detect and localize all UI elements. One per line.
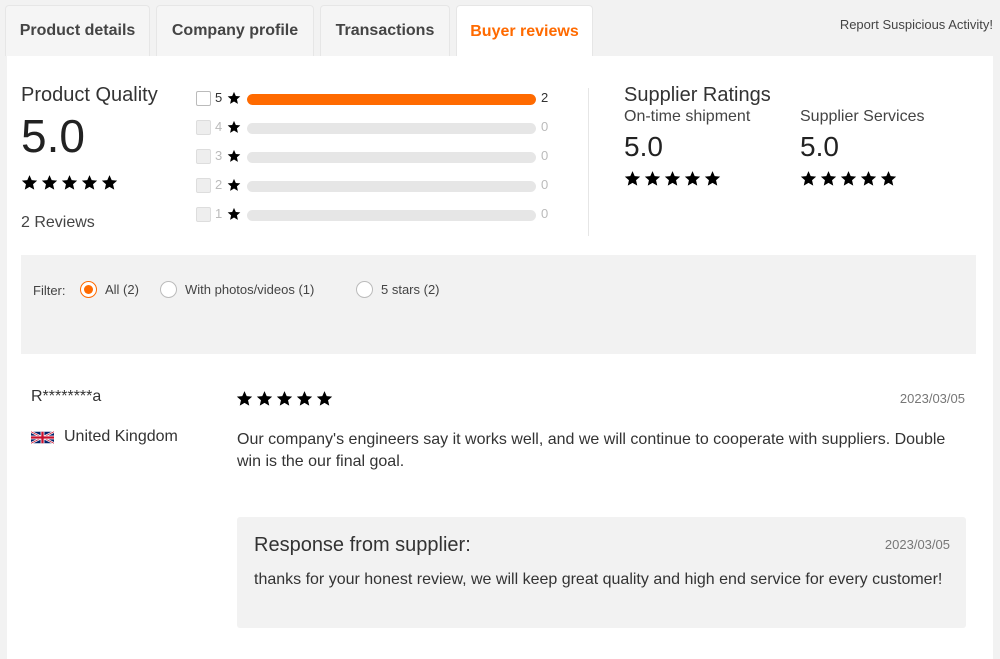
- product-quality-title: Product Quality: [21, 84, 158, 106]
- rating-4-checkbox: [196, 120, 211, 135]
- star-icon: [644, 170, 661, 187]
- rating-3-checkbox: [196, 149, 211, 164]
- star-icon: [101, 174, 118, 191]
- star-icon: [227, 207, 241, 221]
- rating-bar: [247, 123, 536, 134]
- country-name: United Kingdom: [64, 428, 178, 445]
- supplier-services-stars: [800, 170, 925, 187]
- supplier-ratings-title: Supplier Ratings: [624, 84, 771, 106]
- star-icon: [81, 174, 98, 191]
- distribution-row-2: 2 0: [194, 175, 554, 204]
- star-icon: [227, 91, 241, 105]
- distribution-row-1: 1 0: [194, 204, 554, 233]
- star-icon: [227, 178, 241, 192]
- filter-label: Filter:: [33, 283, 66, 298]
- filter-option-label: 5 stars (2): [381, 282, 440, 297]
- tab-company-profile[interactable]: Company profile: [156, 5, 314, 56]
- star-icon: [21, 174, 38, 191]
- reviewer-country: United Kingdom: [31, 428, 178, 446]
- star-icon: [860, 170, 877, 187]
- rating-level: 5: [215, 90, 223, 105]
- supplier-services-score: 5.0: [800, 131, 839, 162]
- star-icon: [276, 390, 293, 407]
- filter-all-radio[interactable]: All (2): [80, 281, 139, 298]
- rating-bar: [247, 152, 536, 163]
- star-icon: [704, 170, 721, 187]
- filter-5-stars-radio[interactable]: 5 stars (2): [356, 281, 440, 298]
- supplier-services-rating: Supplier Services 5.0: [800, 108, 925, 187]
- rating-count: 0: [541, 119, 549, 134]
- supplier-services-label: Supplier Services: [800, 108, 925, 125]
- star-icon: [800, 170, 817, 187]
- response-title: Response from supplier:: [254, 534, 471, 556]
- rating-level: 2: [215, 177, 223, 192]
- star-icon: [684, 170, 701, 187]
- product-quality-stars: [21, 174, 118, 191]
- star-icon: [41, 174, 58, 191]
- rating-count: 0: [541, 206, 549, 221]
- tab-product-details[interactable]: Product details: [5, 5, 150, 56]
- response-date: 2023/03/05: [884, 537, 950, 552]
- radio-selected-icon[interactable]: [80, 281, 97, 298]
- rating-5-checkbox[interactable]: [196, 91, 211, 106]
- rating-count: 0: [541, 177, 549, 192]
- rating-1-checkbox: [196, 207, 211, 222]
- radio-icon[interactable]: [356, 281, 373, 298]
- rating-bar: [247, 181, 536, 192]
- section-divider: [588, 88, 589, 236]
- star-icon: [296, 390, 313, 407]
- uk-flag-icon: [31, 430, 54, 444]
- star-icon: [820, 170, 837, 187]
- radio-icon[interactable]: [160, 281, 177, 298]
- star-icon: [256, 390, 273, 407]
- review-filter-bar: Filter: All (2) With photos/videos (1) 5…: [21, 255, 976, 354]
- tab-buyer-reviews[interactable]: Buyer reviews: [456, 5, 593, 57]
- rating-bar: [247, 94, 536, 105]
- supplier-response: Response from supplier: 2023/03/05 thank…: [237, 517, 966, 628]
- reviews-panel: Product Quality 5.0 2 Reviews 5 2 4 0 3: [7, 56, 993, 659]
- rating-bar-fill: [247, 94, 536, 105]
- star-icon: [227, 120, 241, 134]
- star-icon: [664, 170, 681, 187]
- on-time-shipment-stars: [624, 170, 750, 187]
- star-icon: [61, 174, 78, 191]
- rating-level: 4: [215, 119, 223, 134]
- filter-option-label: With photos/videos (1): [185, 282, 315, 297]
- report-suspicious-activity-link[interactable]: Report Suspicious Activity!: [840, 17, 993, 32]
- distribution-row-4: 4 0: [194, 117, 554, 146]
- rating-level: 3: [215, 148, 223, 163]
- star-icon: [624, 170, 641, 187]
- review-count: 2 Reviews: [21, 214, 95, 231]
- star-icon: [236, 390, 253, 407]
- review-stars: [236, 390, 333, 407]
- star-icon: [227, 149, 241, 163]
- on-time-shipment-label: On-time shipment: [624, 108, 751, 125]
- rating-2-checkbox: [196, 178, 211, 193]
- filter-photos-videos-radio[interactable]: With photos/videos (1): [160, 281, 314, 298]
- tab-bar: Product details Company profile Transact…: [0, 0, 1000, 57]
- star-icon: [316, 390, 333, 407]
- distribution-row-3: 3 0: [194, 146, 554, 175]
- on-time-shipment-score: 5.0: [624, 131, 663, 162]
- rating-level: 1: [215, 206, 223, 221]
- filter-option-label: All (2): [105, 282, 139, 297]
- review-text: Our company's engineers say it works wel…: [237, 431, 946, 470]
- rating-count: 0: [541, 148, 549, 163]
- tab-transactions[interactable]: Transactions: [320, 5, 450, 56]
- star-icon: [880, 170, 897, 187]
- rating-count: 2: [541, 90, 549, 105]
- rating-bar: [247, 210, 536, 221]
- reviewer-name: R********a: [31, 388, 102, 405]
- star-icon: [840, 170, 857, 187]
- on-time-shipment-rating: On-time shipment 5.0: [624, 108, 750, 187]
- rating-distribution: 5 2 4 0 3 0 2 0 1 0: [194, 88, 554, 233]
- response-text: thanks for your honest review, we will k…: [254, 571, 943, 588]
- review-date: 2023/03/05: [899, 391, 965, 406]
- product-quality-score: 5.0: [21, 110, 85, 162]
- distribution-row-5[interactable]: 5 2: [194, 88, 554, 117]
